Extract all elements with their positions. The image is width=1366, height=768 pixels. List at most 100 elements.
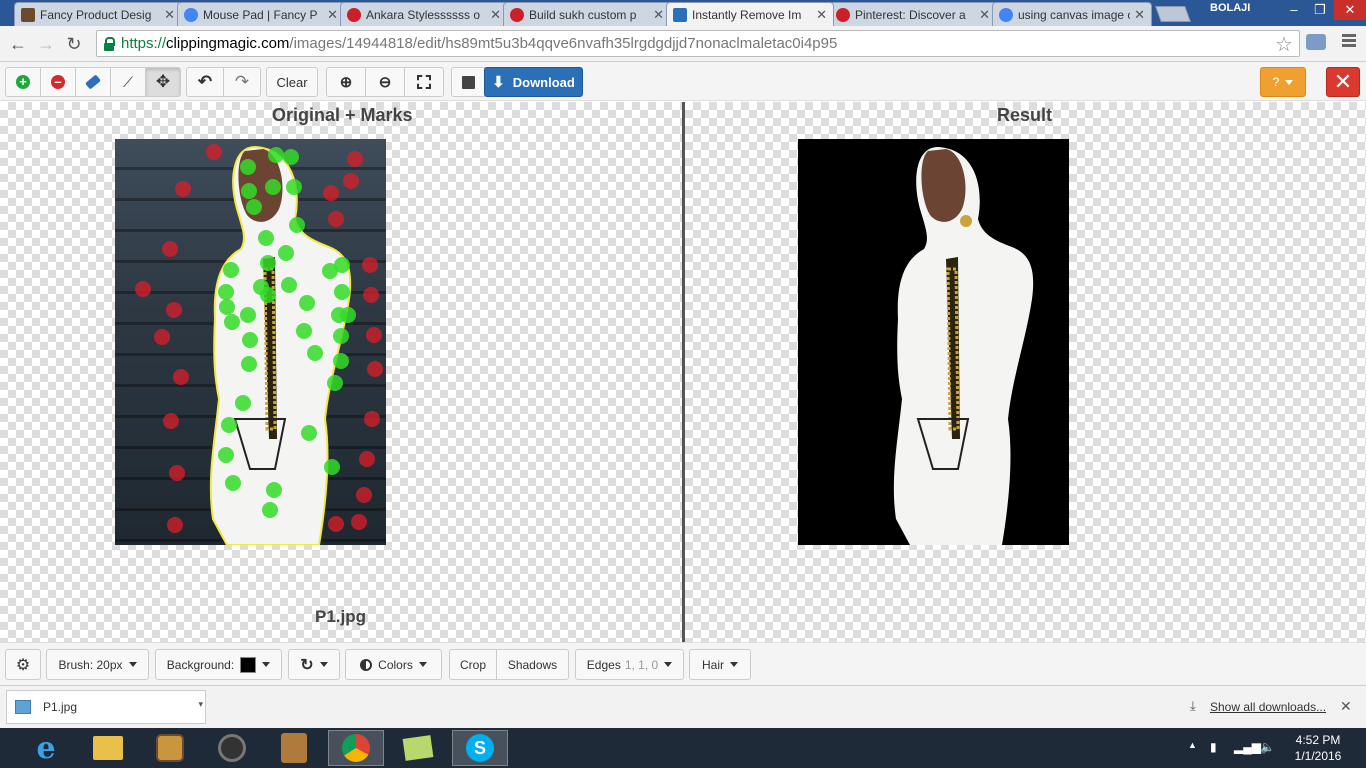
shadows-button[interactable]: Shadows xyxy=(496,649,569,680)
skype-icon[interactable]: S xyxy=(452,730,508,766)
chevron-down-icon[interactable]: ▾ xyxy=(198,699,203,710)
network-device-icon[interactable]: ▮ xyxy=(1210,740,1217,754)
new-tab-button[interactable] xyxy=(1155,6,1191,22)
foreground-mark xyxy=(260,255,276,271)
back-arrow-icon[interactable]: ← xyxy=(6,32,30,56)
result-image[interactable] xyxy=(798,139,1069,545)
file-explorer-icon[interactable] xyxy=(80,730,136,766)
media-app-icon[interactable] xyxy=(142,730,198,766)
chrome-menu-icon[interactable] xyxy=(1342,32,1356,52)
background-mark xyxy=(175,181,191,197)
window-close-icon[interactable]: ✕ xyxy=(1334,0,1366,20)
background-mark xyxy=(356,487,372,503)
tray-expand-icon[interactable]: ▲ xyxy=(1188,740,1197,750)
pane-divider[interactable] xyxy=(682,102,685,642)
zoom-out-icon: ⊖ xyxy=(378,74,392,91)
notes-app-icon[interactable] xyxy=(390,730,446,766)
browser-tab[interactable]: Build sukh custom p ✕ xyxy=(503,2,671,26)
tab-close-icon[interactable]: ✕ xyxy=(1134,7,1145,23)
close-editor-button[interactable]: ✕ xyxy=(1326,67,1360,97)
original-image[interactable] xyxy=(115,139,386,545)
background-mark xyxy=(343,173,359,189)
browser-tab[interactable]: Ankara Stylessssss o ✕ xyxy=(340,2,508,26)
browser-tab-active[interactable]: Instantly Remove Im ✕ xyxy=(666,2,834,26)
rotate-icon: ↻ xyxy=(300,656,314,674)
colors-dropdown[interactable]: Colors xyxy=(345,649,442,680)
volume-icon[interactable]: 🔈 xyxy=(1260,740,1275,754)
background-mark xyxy=(166,302,182,318)
tab-close-icon[interactable]: ✕ xyxy=(816,7,827,23)
doc-converter-icon[interactable] xyxy=(266,730,322,766)
foreground-mark xyxy=(334,284,350,300)
background-mark xyxy=(351,514,367,530)
minus-circle-icon: – xyxy=(51,75,65,89)
camera-extension-icon[interactable] xyxy=(1306,34,1326,50)
tab-favicon-icon xyxy=(21,7,35,22)
chevron-down-icon xyxy=(319,662,328,667)
eraser-icon xyxy=(85,74,101,90)
address-bar[interactable]: https:// clippingmagic.com /images/14944… xyxy=(96,30,1300,57)
floppy-disk-icon xyxy=(461,75,475,89)
add-foreground-button[interactable]: + xyxy=(5,67,41,97)
maximize-icon[interactable]: ❐ xyxy=(1306,0,1334,20)
foreground-mark xyxy=(334,257,350,273)
system-clock[interactable]: 4:52 PM 1/1/2016 xyxy=(1290,732,1346,764)
chrome-taskbar-icon[interactable] xyxy=(328,730,384,766)
reload-icon[interactable]: ↻ xyxy=(62,32,86,56)
brush-size-dropdown[interactable]: Brush: 20px xyxy=(46,649,149,680)
background-color-swatch xyxy=(240,656,257,673)
tab-close-icon[interactable]: ✕ xyxy=(164,7,175,23)
fullscreen-icon xyxy=(417,75,431,89)
hair-dropdown[interactable]: Hair xyxy=(689,649,751,680)
fit-screen-button[interactable] xyxy=(404,67,444,97)
save-button[interactable] xyxy=(451,67,485,97)
tab-favicon-icon xyxy=(510,7,524,22)
background-color-dropdown[interactable]: Background: xyxy=(155,649,282,680)
internet-explorer-icon[interactable]: e xyxy=(18,730,74,766)
scalpel-button[interactable]: ⟋ xyxy=(110,67,146,97)
browser-tab[interactable]: using canvas image c ✕ xyxy=(992,2,1152,26)
background-mark xyxy=(366,327,382,343)
background-mark xyxy=(347,151,363,167)
bookmark-star-icon[interactable]: ☆ xyxy=(1275,32,1293,57)
mark-background-button[interactable]: – xyxy=(40,67,76,97)
download-tray-icon: ⤓ xyxy=(1190,698,1196,713)
edges-dropdown[interactable]: Edges 1, 1, 0 xyxy=(575,649,684,680)
browser-tab[interactable]: Mouse Pad | Fancy P ✕ xyxy=(177,2,345,26)
settings-button[interactable]: ⚙ xyxy=(5,649,41,680)
help-label: ? xyxy=(1272,75,1280,89)
windows-taskbar: e S ▲ ▮ ▂▄▆ 🔈 4:52 PM 1/1/2016 xyxy=(0,728,1366,768)
tab-close-icon[interactable]: ✕ xyxy=(327,7,338,23)
pan-button[interactable]: ✥ xyxy=(145,67,181,97)
image-file-icon xyxy=(15,700,31,714)
eraser-button[interactable] xyxy=(75,67,111,97)
foreground-mark xyxy=(262,502,278,518)
tab-favicon-icon xyxy=(999,7,1013,22)
help-button[interactable]: ? xyxy=(1260,67,1306,97)
download-button[interactable]: ⬇ Download xyxy=(484,67,583,97)
download-item[interactable]: P1.jpg ▾ xyxy=(6,690,206,724)
foreground-mark xyxy=(242,332,258,348)
show-all-downloads-link[interactable]: Show all downloads... xyxy=(1210,700,1326,714)
redo-button[interactable]: ↷ xyxy=(223,67,261,97)
browser-tab[interactable]: Fancy Product Desig ✕ xyxy=(14,2,182,26)
zoom-in-button[interactable]: ⊕ xyxy=(326,67,366,97)
tab-close-icon[interactable]: ✕ xyxy=(979,7,990,23)
signal-icon[interactable]: ▂▄▆ xyxy=(1234,740,1261,754)
minimize-icon[interactable]: – xyxy=(1280,0,1308,20)
crop-button[interactable]: Crop xyxy=(449,649,497,680)
foreground-mark xyxy=(240,159,256,175)
undo-button[interactable]: ↶ xyxy=(186,67,224,97)
close-shelf-icon[interactable]: ✕ xyxy=(1340,698,1352,715)
browser-tab[interactable]: Pinterest: Discover a ✕ xyxy=(829,2,997,26)
rotate-dropdown[interactable]: ↻ xyxy=(288,649,340,680)
tab-close-icon[interactable]: ✕ xyxy=(653,7,664,23)
tab-close-icon[interactable]: ✕ xyxy=(490,7,501,23)
zoom-out-button[interactable]: ⊖ xyxy=(365,67,405,97)
speaker-app-icon[interactable] xyxy=(204,730,260,766)
brush-size-label: Brush: 20px xyxy=(58,657,123,672)
profile-name[interactable]: BOLAJI xyxy=(1210,2,1250,14)
clear-button[interactable]: Clear xyxy=(266,67,318,97)
chevron-down-icon xyxy=(664,662,673,667)
forward-arrow-icon[interactable]: → xyxy=(34,32,58,56)
